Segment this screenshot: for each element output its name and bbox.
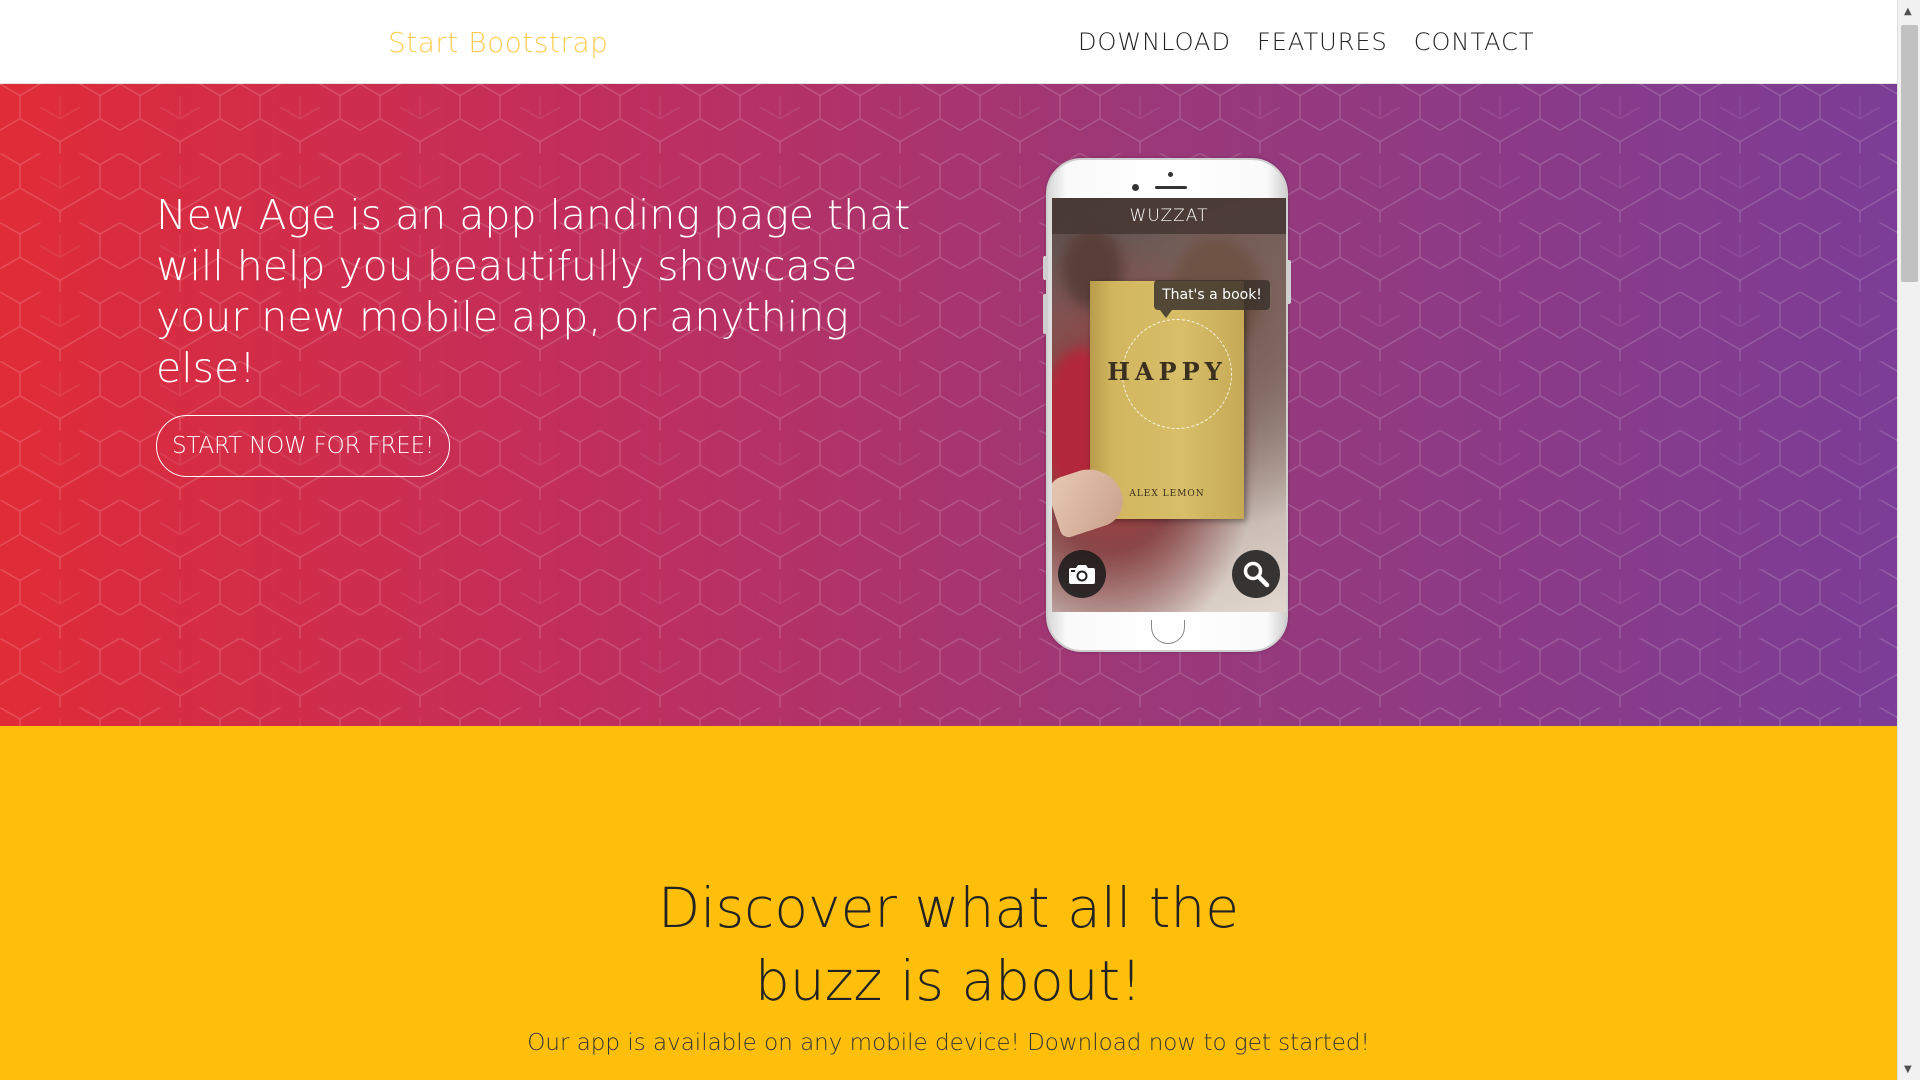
phone-speaker	[1155, 186, 1187, 189]
search-icon	[1243, 561, 1270, 588]
phone-power-button	[1287, 260, 1291, 304]
main-nav: DOWNLOAD FEATURES CONTACT	[1078, 28, 1535, 56]
phone-volume-up	[1043, 294, 1047, 334]
start-now-button[interactable]: START NOW FOR FREE!	[156, 415, 450, 477]
app-header: WUZZAT	[1052, 198, 1286, 234]
phone-screen: WUZZAT HAPPY ALEX LEMON That's a book!	[1052, 198, 1286, 612]
camera-button[interactable]	[1058, 550, 1106, 598]
phone-front-camera	[1132, 184, 1139, 191]
phone-sensor	[1168, 172, 1173, 177]
book-title: HAPPY	[1107, 357, 1227, 386]
brand-link[interactable]: Start Bootstrap	[388, 26, 608, 59]
download-heading-line1: Discover what all the	[657, 876, 1240, 940]
hero-section: New Age is an app landing page that will…	[0, 84, 1897, 726]
nav-link-features[interactable]: FEATURES	[1257, 28, 1388, 56]
download-section: Discover what all the buzz is about! Our…	[0, 726, 1897, 1080]
recognition-tooltip: That's a book!	[1154, 280, 1270, 318]
navbar: Start Bootstrap DOWNLOAD FEATURES CONTAC…	[0, 0, 1897, 84]
scroll-down-arrow-icon[interactable]: ▼	[1904, 1064, 1912, 1075]
scroll-thumb[interactable]	[1901, 25, 1918, 282]
download-text: Our app is available on any mobile devic…	[527, 1030, 1370, 1056]
phone-home-button	[1151, 620, 1185, 644]
hero-heading: New Age is an app landing page that will…	[156, 191, 911, 392]
nav-link-download[interactable]: DOWNLOAD	[1078, 28, 1231, 56]
download-heading: Discover what all the buzz is about!	[0, 872, 1897, 1018]
search-button[interactable]	[1232, 550, 1280, 598]
phone-mute-switch	[1043, 256, 1047, 280]
hex-pattern-background	[0, 84, 1897, 726]
scroll-up-arrow-icon[interactable]: ▲	[1904, 6, 1912, 17]
phone-mockup: WUZZAT HAPPY ALEX LEMON That's a book!	[1043, 158, 1291, 652]
camera-icon	[1069, 565, 1095, 584]
vertical-scrollbar[interactable]: ▲ ▼	[1897, 0, 1920, 1080]
download-heading-line2: buzz is about!	[754, 949, 1143, 1013]
nav-link-contact[interactable]: CONTACT	[1414, 28, 1535, 56]
